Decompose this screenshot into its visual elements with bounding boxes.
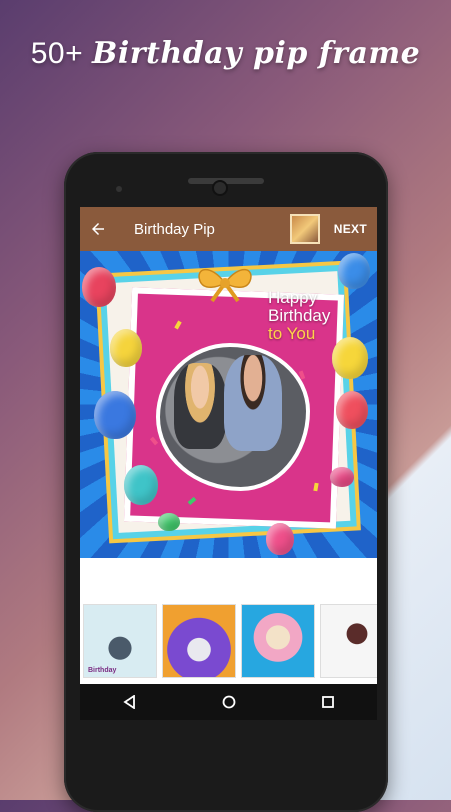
frame-thumbnail[interactable] (241, 604, 315, 678)
balloon-blue (94, 391, 136, 439)
android-nav-bar (80, 684, 377, 720)
balloon-yellow-right (332, 337, 368, 379)
balloon-top-right (338, 253, 370, 289)
photo-person-left (174, 363, 226, 449)
heart-pink (330, 467, 354, 487)
phone-sensor (116, 186, 122, 192)
photo-person-right (224, 355, 282, 451)
frame-preview-button[interactable] (289, 214, 320, 244)
phone-camera (214, 182, 226, 194)
nav-back-button[interactable] (112, 684, 148, 720)
triangle-back-icon (122, 695, 135, 709)
promo-title: 50+ Birthday pip frame (0, 36, 451, 71)
balloon-red-right (336, 391, 368, 429)
greeting-line-1: Happy (268, 288, 318, 307)
promo-number: 50+ (30, 37, 84, 70)
balloon-teal (124, 465, 158, 505)
screen-title: Birthday Pip (134, 220, 215, 238)
nav-recents-button[interactable] (310, 684, 346, 720)
arrow-left-icon (92, 223, 104, 235)
square-recents-icon (321, 696, 334, 708)
balloon-pink-bottom (266, 523, 294, 555)
balloon-red (82, 267, 116, 307)
circle-home-icon (222, 695, 235, 709)
next-button[interactable]: NEXT (334, 222, 367, 236)
frame-thumbnail[interactable] (162, 604, 236, 678)
spacer (80, 558, 377, 598)
frame-thumbnail[interactable]: Birthday (83, 604, 157, 678)
promo-text: Birthday pip frame (91, 36, 421, 71)
phone-speaker (188, 178, 264, 184)
app-bar: Birthday Pip NEXT (80, 207, 377, 251)
frame-canvas[interactable]: Happy Birthday to You (80, 251, 377, 558)
nav-home-button[interactable] (211, 684, 247, 720)
frame-thumbnail-strip[interactable]: Birthday (80, 598, 377, 684)
gift-bow-icon (198, 268, 252, 303)
frame-thumbnail[interactable] (320, 604, 377, 678)
balloon-yellow (110, 329, 142, 367)
thumbnail-caption: Birthday (88, 667, 117, 674)
greeting-line-2: Birthday (268, 306, 331, 325)
back-button[interactable] (80, 207, 116, 251)
heart-green (158, 513, 180, 531)
greeting-text: Happy Birthday to You (268, 289, 364, 343)
app-screen: Birthday Pip NEXT Happy Birthday to You (80, 207, 377, 684)
